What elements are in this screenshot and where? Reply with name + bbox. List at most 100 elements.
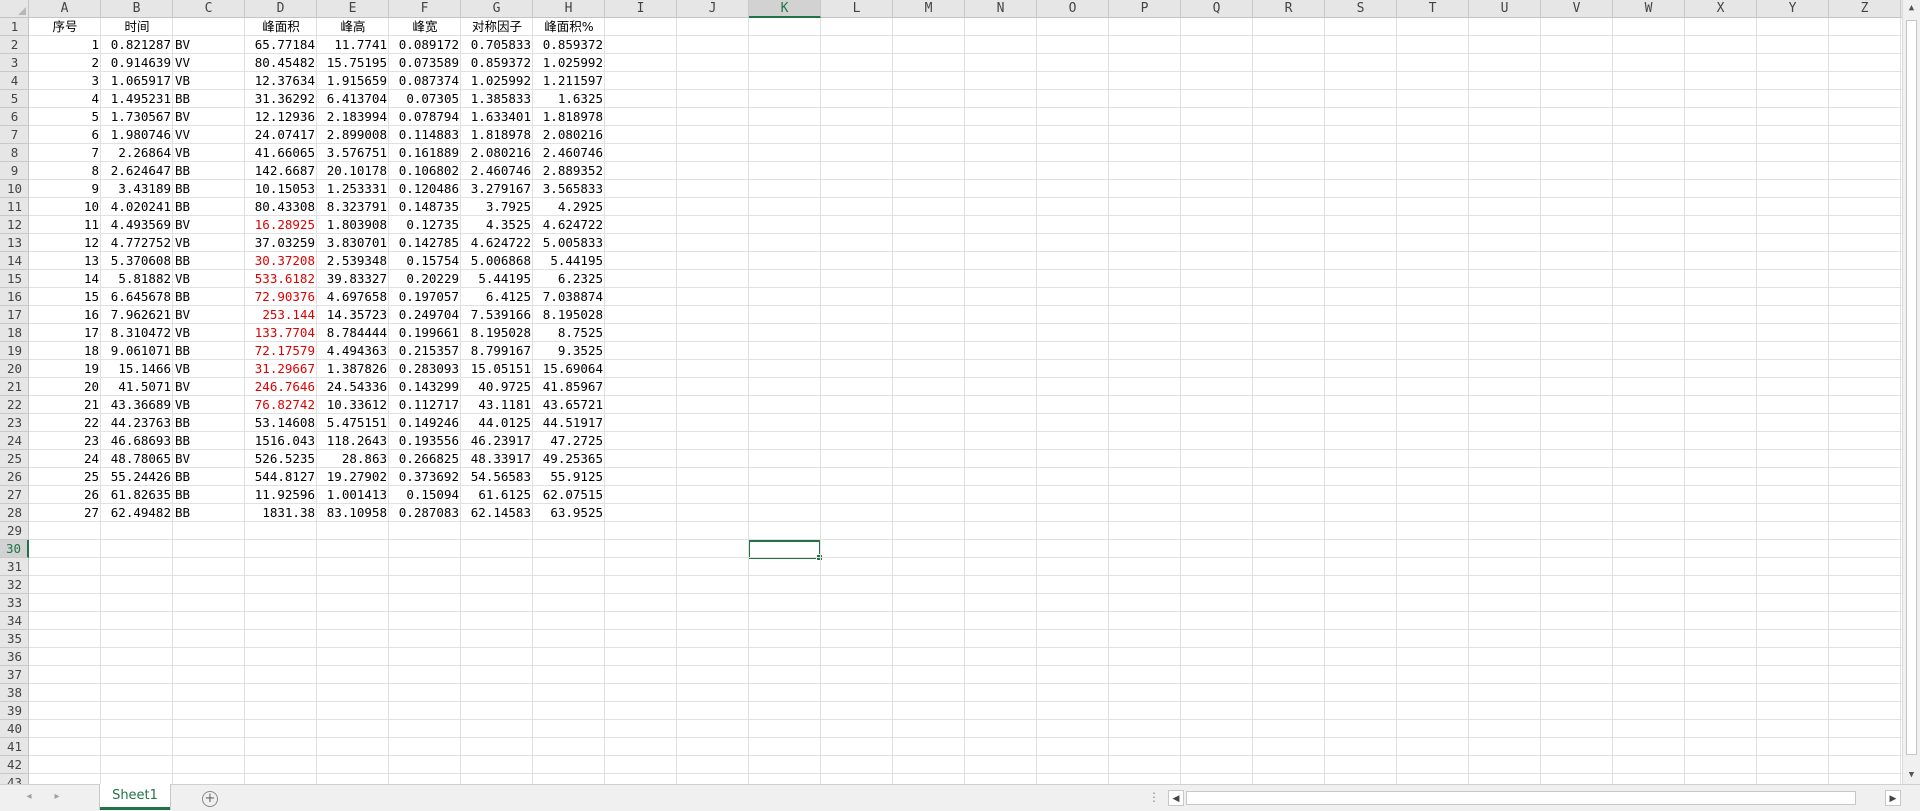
table-cell[interactable]: 1.025992	[533, 54, 605, 72]
table-cell[interactable]: 2.080216	[461, 144, 533, 162]
sheet-tab-sheet1[interactable]: Sheet1	[100, 784, 170, 810]
header-cell[interactable]: 时间	[101, 18, 173, 36]
table-cell[interactable]: 3.565833	[533, 180, 605, 198]
table-cell[interactable]: 0.07305	[389, 90, 461, 108]
table-cell[interactable]: 5.81882	[101, 270, 173, 288]
table-cell[interactable]: 47.2725	[533, 432, 605, 450]
header-cell[interactable]: 峰高	[317, 18, 389, 36]
table-cell[interactable]: 0.859372	[533, 36, 605, 54]
horizontal-scrollbar[interactable]: ◀ ▶	[1168, 789, 1901, 807]
table-cell[interactable]: 46.68693	[101, 432, 173, 450]
select-all-corner[interactable]	[0, 0, 29, 18]
table-cell[interactable]: VV	[173, 54, 245, 72]
table-cell[interactable]: 41.85967	[533, 378, 605, 396]
table-cell[interactable]: 15.05151	[461, 360, 533, 378]
header-cell[interactable]: 峰面积%	[533, 18, 605, 36]
table-cell[interactable]: 41.5071	[101, 378, 173, 396]
table-cell[interactable]: VB	[173, 234, 245, 252]
table-cell[interactable]: 4	[29, 90, 101, 108]
table-cell[interactable]: 4.624722	[461, 234, 533, 252]
table-cell[interactable]: 0.15094	[389, 486, 461, 504]
table-cell[interactable]: 43.1181	[461, 396, 533, 414]
table-cell[interactable]: 41.66065	[245, 144, 317, 162]
table-cell[interactable]: 24.07417	[245, 126, 317, 144]
table-cell[interactable]: 1.915659	[317, 72, 389, 90]
table-cell[interactable]: 0.821287	[101, 36, 173, 54]
table-cell[interactable]: 22	[29, 414, 101, 432]
table-cell[interactable]: 7.962621	[101, 306, 173, 324]
row-header-8[interactable]: 8	[0, 144, 29, 162]
column-header-p[interactable]: P	[1109, 0, 1181, 18]
table-cell[interactable]: 43.65721	[533, 396, 605, 414]
row-header-36[interactable]: 36	[0, 648, 29, 666]
row-header-20[interactable]: 20	[0, 360, 29, 378]
table-cell[interactable]: 8.799167	[461, 342, 533, 360]
row-header-10[interactable]: 10	[0, 180, 29, 198]
table-cell[interactable]: 11.92596	[245, 486, 317, 504]
cell-area[interactable]: 序号 时间 峰面积 峰高 峰宽 对称因子 峰面积% 1 0.821287 BV 65.77184 11…	[29, 18, 1902, 784]
table-cell[interactable]: 20.10178	[317, 162, 389, 180]
table-cell[interactable]: 2.080216	[533, 126, 605, 144]
table-cell[interactable]: 253.144	[245, 306, 317, 324]
column-header-r[interactable]: R	[1253, 0, 1325, 18]
table-cell[interactable]: 5.44195	[533, 252, 605, 270]
table-cell[interactable]: 1.211597	[533, 72, 605, 90]
table-cell[interactable]: BV	[173, 378, 245, 396]
row-header-40[interactable]: 40	[0, 720, 29, 738]
row-header-37[interactable]: 37	[0, 666, 29, 684]
table-cell[interactable]: BB	[173, 468, 245, 486]
row-header-35[interactable]: 35	[0, 630, 29, 648]
row-header-3[interactable]: 3	[0, 54, 29, 72]
row-header-30[interactable]: 30	[0, 540, 29, 558]
row-header-33[interactable]: 33	[0, 594, 29, 612]
table-cell[interactable]: 1.001413	[317, 486, 389, 504]
table-cell[interactable]: BB	[173, 162, 245, 180]
table-cell[interactable]: 0.12735	[389, 216, 461, 234]
row-header-19[interactable]: 19	[0, 342, 29, 360]
table-cell[interactable]: 4.3525	[461, 216, 533, 234]
column-header-f[interactable]: F	[389, 0, 461, 18]
column-header-h[interactable]: H	[533, 0, 605, 18]
table-cell[interactable]: 5.005833	[533, 234, 605, 252]
table-cell[interactable]: 0.120486	[389, 180, 461, 198]
header-cell[interactable]	[173, 18, 245, 36]
table-cell[interactable]: 44.0125	[461, 414, 533, 432]
table-cell[interactable]: BB	[173, 342, 245, 360]
column-header-y[interactable]: Y	[1757, 0, 1829, 18]
table-cell[interactable]: 28.863	[317, 450, 389, 468]
table-cell[interactable]: 61.82635	[101, 486, 173, 504]
row-header-12[interactable]: 12	[0, 216, 29, 234]
table-cell[interactable]: 55.9125	[533, 468, 605, 486]
table-cell[interactable]: 31.36292	[245, 90, 317, 108]
table-cell[interactable]: VB	[173, 144, 245, 162]
table-cell[interactable]: BV	[173, 450, 245, 468]
table-cell[interactable]: 14.35723	[317, 306, 389, 324]
column-header-x[interactable]: X	[1685, 0, 1757, 18]
table-cell[interactable]: 15.69064	[533, 360, 605, 378]
table-cell[interactable]: 2	[29, 54, 101, 72]
table-cell[interactable]: 1.818978	[461, 126, 533, 144]
table-cell[interactable]: 8	[29, 162, 101, 180]
table-cell[interactable]: 76.82742	[245, 396, 317, 414]
table-cell[interactable]: 5.006868	[461, 252, 533, 270]
column-header-u[interactable]: U	[1469, 0, 1541, 18]
table-cell[interactable]: BB	[173, 414, 245, 432]
table-cell[interactable]: 48.78065	[101, 450, 173, 468]
table-cell[interactable]: 1.495231	[101, 90, 173, 108]
table-cell[interactable]: 0.078794	[389, 108, 461, 126]
table-cell[interactable]: 20	[29, 378, 101, 396]
row-header-4[interactable]: 4	[0, 72, 29, 90]
scroll-right-icon[interactable]: ▶	[1885, 790, 1901, 806]
table-cell[interactable]: 0.20229	[389, 270, 461, 288]
table-cell[interactable]: 0.914639	[101, 54, 173, 72]
table-cell[interactable]: 37.03259	[245, 234, 317, 252]
table-cell[interactable]: VB	[173, 396, 245, 414]
scroll-left-icon[interactable]: ◀	[1168, 790, 1184, 806]
row-header-6[interactable]: 6	[0, 108, 29, 126]
table-cell[interactable]: 16.28925	[245, 216, 317, 234]
table-cell[interactable]: 133.7704	[245, 324, 317, 342]
table-cell[interactable]: 54.56583	[461, 468, 533, 486]
row-header-18[interactable]: 18	[0, 324, 29, 342]
table-cell[interactable]: 49.25365	[533, 450, 605, 468]
table-cell[interactable]: 5	[29, 108, 101, 126]
